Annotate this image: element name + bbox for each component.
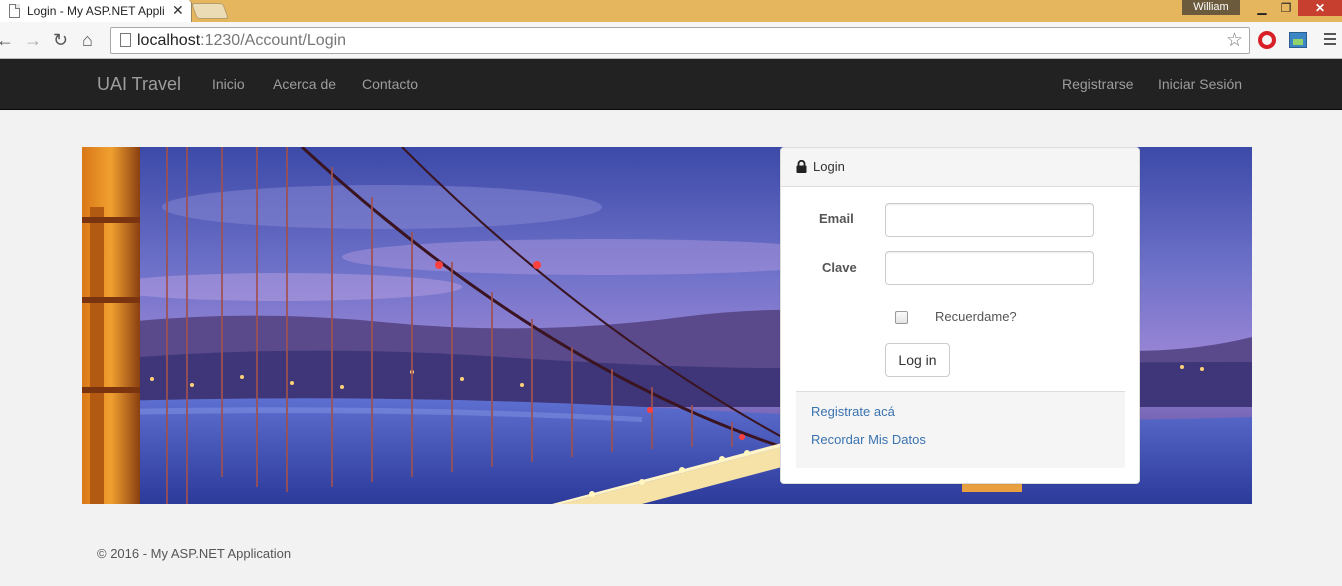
tab-title: Login - My ASP.NET Appli xyxy=(27,4,165,18)
register-link[interactable]: Registrate acá xyxy=(811,404,895,419)
browser-titlebar: Login - My ASP.NET Appli ✕ William ▁ ❐ ✕ xyxy=(0,0,1342,22)
copyright-text: © 2016 - My ASP.NET Application xyxy=(97,546,292,561)
remember-me-checkbox[interactable] xyxy=(895,311,908,324)
forward-arrow-icon[interactable]: → xyxy=(24,30,42,50)
url-text: localhost:1230/Account/Login xyxy=(137,32,346,50)
address-bar[interactable]: localhost:1230/Account/Login ☆ xyxy=(110,27,1250,54)
lock-icon xyxy=(796,160,807,173)
reload-icon[interactable]: ↻ xyxy=(53,30,68,50)
email-label: Email xyxy=(819,211,854,226)
page-icon xyxy=(9,4,20,18)
nav-link-contacto[interactable]: Contacto xyxy=(362,76,418,92)
password-field[interactable] xyxy=(885,251,1094,285)
close-icon[interactable]: ✕ xyxy=(172,2,184,19)
url-path: :1230/Account/Login xyxy=(200,32,347,49)
url-host: localhost xyxy=(137,32,201,49)
new-tab-button[interactable] xyxy=(191,3,229,19)
remember-me-label: Recuerdame? xyxy=(935,309,1017,324)
brand-link[interactable]: UAI Travel xyxy=(97,74,181,95)
login-panel: Login Email Clave Recuerdame? Log in Reg… xyxy=(780,147,1140,484)
image-extension-icon[interactable] xyxy=(1289,32,1307,48)
nav-link-inicio[interactable]: Inicio xyxy=(212,76,245,92)
login-panel-heading: Login xyxy=(781,148,1139,187)
back-arrow-icon[interactable]: ← xyxy=(0,30,14,50)
nav-link-registrarse[interactable]: Registrarse xyxy=(1062,76,1134,92)
email-field[interactable] xyxy=(885,203,1094,237)
login-title: Login xyxy=(813,159,845,174)
opera-extension-icon[interactable] xyxy=(1258,31,1276,49)
site-navbar: UAI Travel Inicio Acerca de Contacto Reg… xyxy=(0,59,1342,110)
nav-link-acerca-de[interactable]: Acerca de xyxy=(273,76,336,92)
bookmark-star-icon[interactable]: ☆ xyxy=(1226,29,1243,52)
window-close-icon[interactable]: ✕ xyxy=(1298,0,1342,16)
restore-icon[interactable]: ❐ xyxy=(1274,0,1298,16)
page-icon xyxy=(120,33,131,47)
home-icon[interactable]: ⌂ xyxy=(82,30,93,50)
minimize-icon[interactable]: ▁ xyxy=(1250,0,1274,16)
recover-data-link[interactable]: Recordar Mis Datos xyxy=(811,432,926,447)
browser-tab-active[interactable]: Login - My ASP.NET Appli ✕ xyxy=(0,0,192,22)
browser-toolbar: ← → ↻ ⌂ localhost:1230/Account/Login ☆ xyxy=(0,22,1342,59)
hamburger-menu-icon[interactable] xyxy=(1324,33,1336,48)
login-panel-footer: Registrate acá Recordar Mis Datos xyxy=(796,391,1125,468)
profile-name[interactable]: William xyxy=(1182,0,1240,15)
login-button[interactable]: Log in xyxy=(885,343,950,377)
password-label: Clave xyxy=(822,260,857,275)
nav-link-iniciar-sesion[interactable]: Iniciar Sesión xyxy=(1158,76,1242,92)
